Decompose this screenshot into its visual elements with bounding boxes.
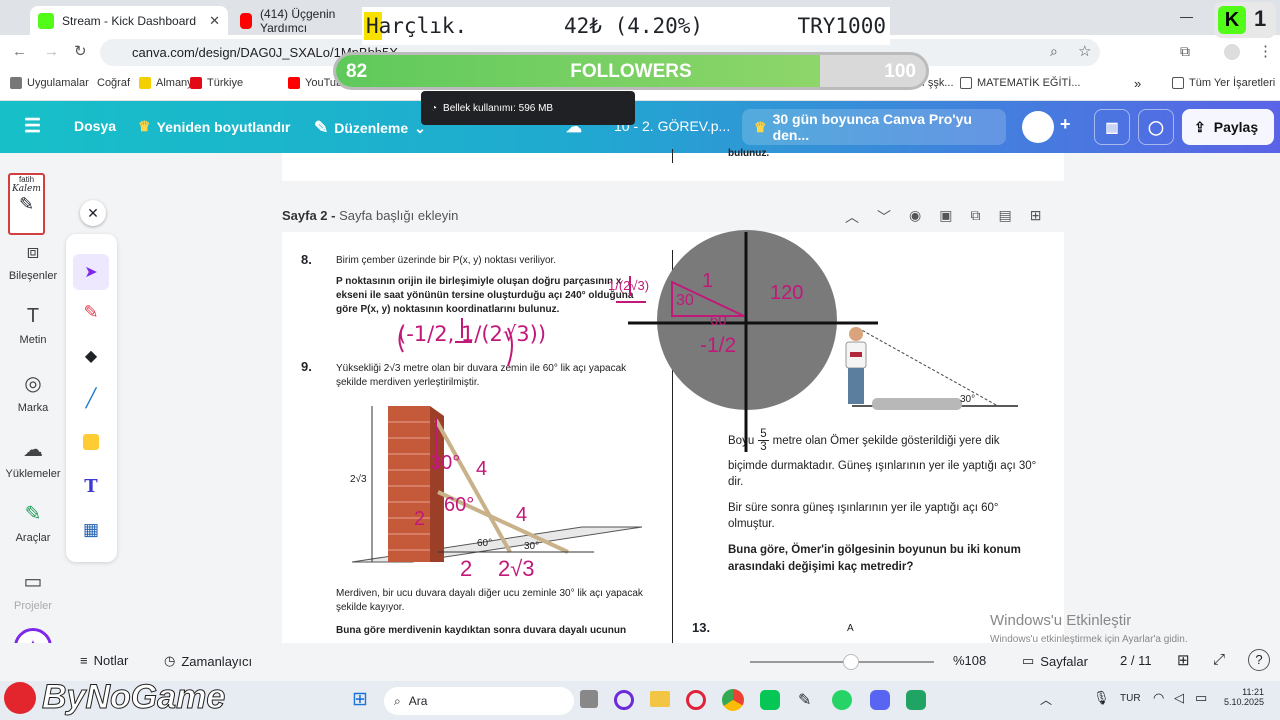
pen-app-icon[interactable]: ✎	[798, 690, 811, 710]
bynogame-emblem-icon	[4, 682, 36, 714]
kick-count: 1	[1254, 6, 1267, 31]
followers-label: FOLLOWERS	[570, 61, 692, 82]
file-explorer-icon[interactable]	[650, 691, 670, 707]
pages-label: Sayfalar	[1040, 653, 1088, 669]
start-icon[interactable]: ⊞	[352, 690, 372, 710]
microphone-icon[interactable]: 🎙	[1093, 690, 1110, 706]
battery-icon[interactable]: ▭	[1195, 690, 1207, 706]
search-placeholder: Ara	[408, 694, 428, 708]
followers-goal-bar: 82 FOLLOWERS 100	[333, 52, 929, 90]
goal-label: Harçlık.	[366, 14, 468, 38]
zoom-slider[interactable]	[750, 654, 934, 670]
timer-icon: ◷	[164, 653, 176, 668]
app-icon[interactable]	[906, 690, 926, 710]
zoom-level[interactable]: %108	[953, 653, 986, 668]
followers-goal: 100	[884, 61, 916, 82]
search-icon: ⌕	[394, 693, 401, 708]
opera-icon[interactable]	[686, 690, 706, 710]
pages-button[interactable]: ▭ Sayfalar	[1022, 653, 1088, 669]
donation-goal-overlay: Harçlık. 42₺ (4.20%) TRY1000	[362, 7, 890, 45]
activation-watermark-title: Windows'u Etkinleştir	[990, 612, 1132, 629]
task-view-icon[interactable]	[580, 690, 598, 708]
notes-button[interactable]: ≡ Notlar	[80, 653, 128, 668]
clock-time: 11:21	[1242, 687, 1264, 697]
memory-text: Bellek kullanımı: 596 MB	[443, 102, 554, 114]
timer-button[interactable]: ◷ Zamanlayıcı	[164, 653, 252, 669]
grid-view-icon[interactable]: ⊞	[1177, 651, 1190, 669]
notes-icon: ≡	[80, 653, 88, 668]
taskbar-search[interactable]: ⌕ Ara	[384, 687, 574, 715]
chrome-icon[interactable]	[722, 689, 744, 711]
goal-target: TRY1000	[797, 14, 886, 38]
page-counter[interactable]: 2 / 11	[1120, 653, 1152, 668]
pages-icon: ▭	[1022, 653, 1035, 668]
gauge-icon: ◔	[431, 102, 438, 114]
kick-counter-badge: K 1	[1214, 2, 1276, 38]
activation-watermark-subtitle: Windows'u etkinleştirmek için Ayarlar'a …	[990, 634, 1188, 645]
help-icon[interactable]: ?	[1248, 649, 1270, 671]
clock-date: 5.10.2025	[1223, 697, 1264, 707]
kick-logo-icon: K	[1218, 6, 1246, 34]
bynogame-logo: ByNoGame	[0, 676, 260, 720]
fullscreen-icon[interactable]: ⤢	[1213, 651, 1225, 668]
brand-text: ByNoGame	[41, 678, 226, 717]
wifi-icon[interactable]: ◠	[1153, 690, 1164, 706]
line-app-icon[interactable]	[760, 690, 780, 710]
notes-label: Notlar	[93, 653, 129, 668]
language-indicator[interactable]: TUR	[1120, 693, 1141, 704]
app-icon[interactable]	[614, 690, 634, 710]
whatsapp-icon[interactable]	[832, 690, 852, 710]
clock[interactable]: 11:21 5.10.2025	[1220, 687, 1264, 707]
tray-chevron-icon[interactable]: ︿	[1040, 691, 1052, 708]
goal-value: 42₺ (4.20%)	[564, 14, 704, 38]
discord-icon[interactable]	[870, 690, 890, 710]
volume-icon[interactable]: ◁	[1174, 690, 1184, 706]
zoom-slider-thumb[interactable]	[843, 654, 860, 670]
timer-label: Zamanlayıcı	[181, 653, 253, 669]
memory-tooltip: ◔ Bellek kullanımı: 596 MB	[421, 91, 635, 125]
